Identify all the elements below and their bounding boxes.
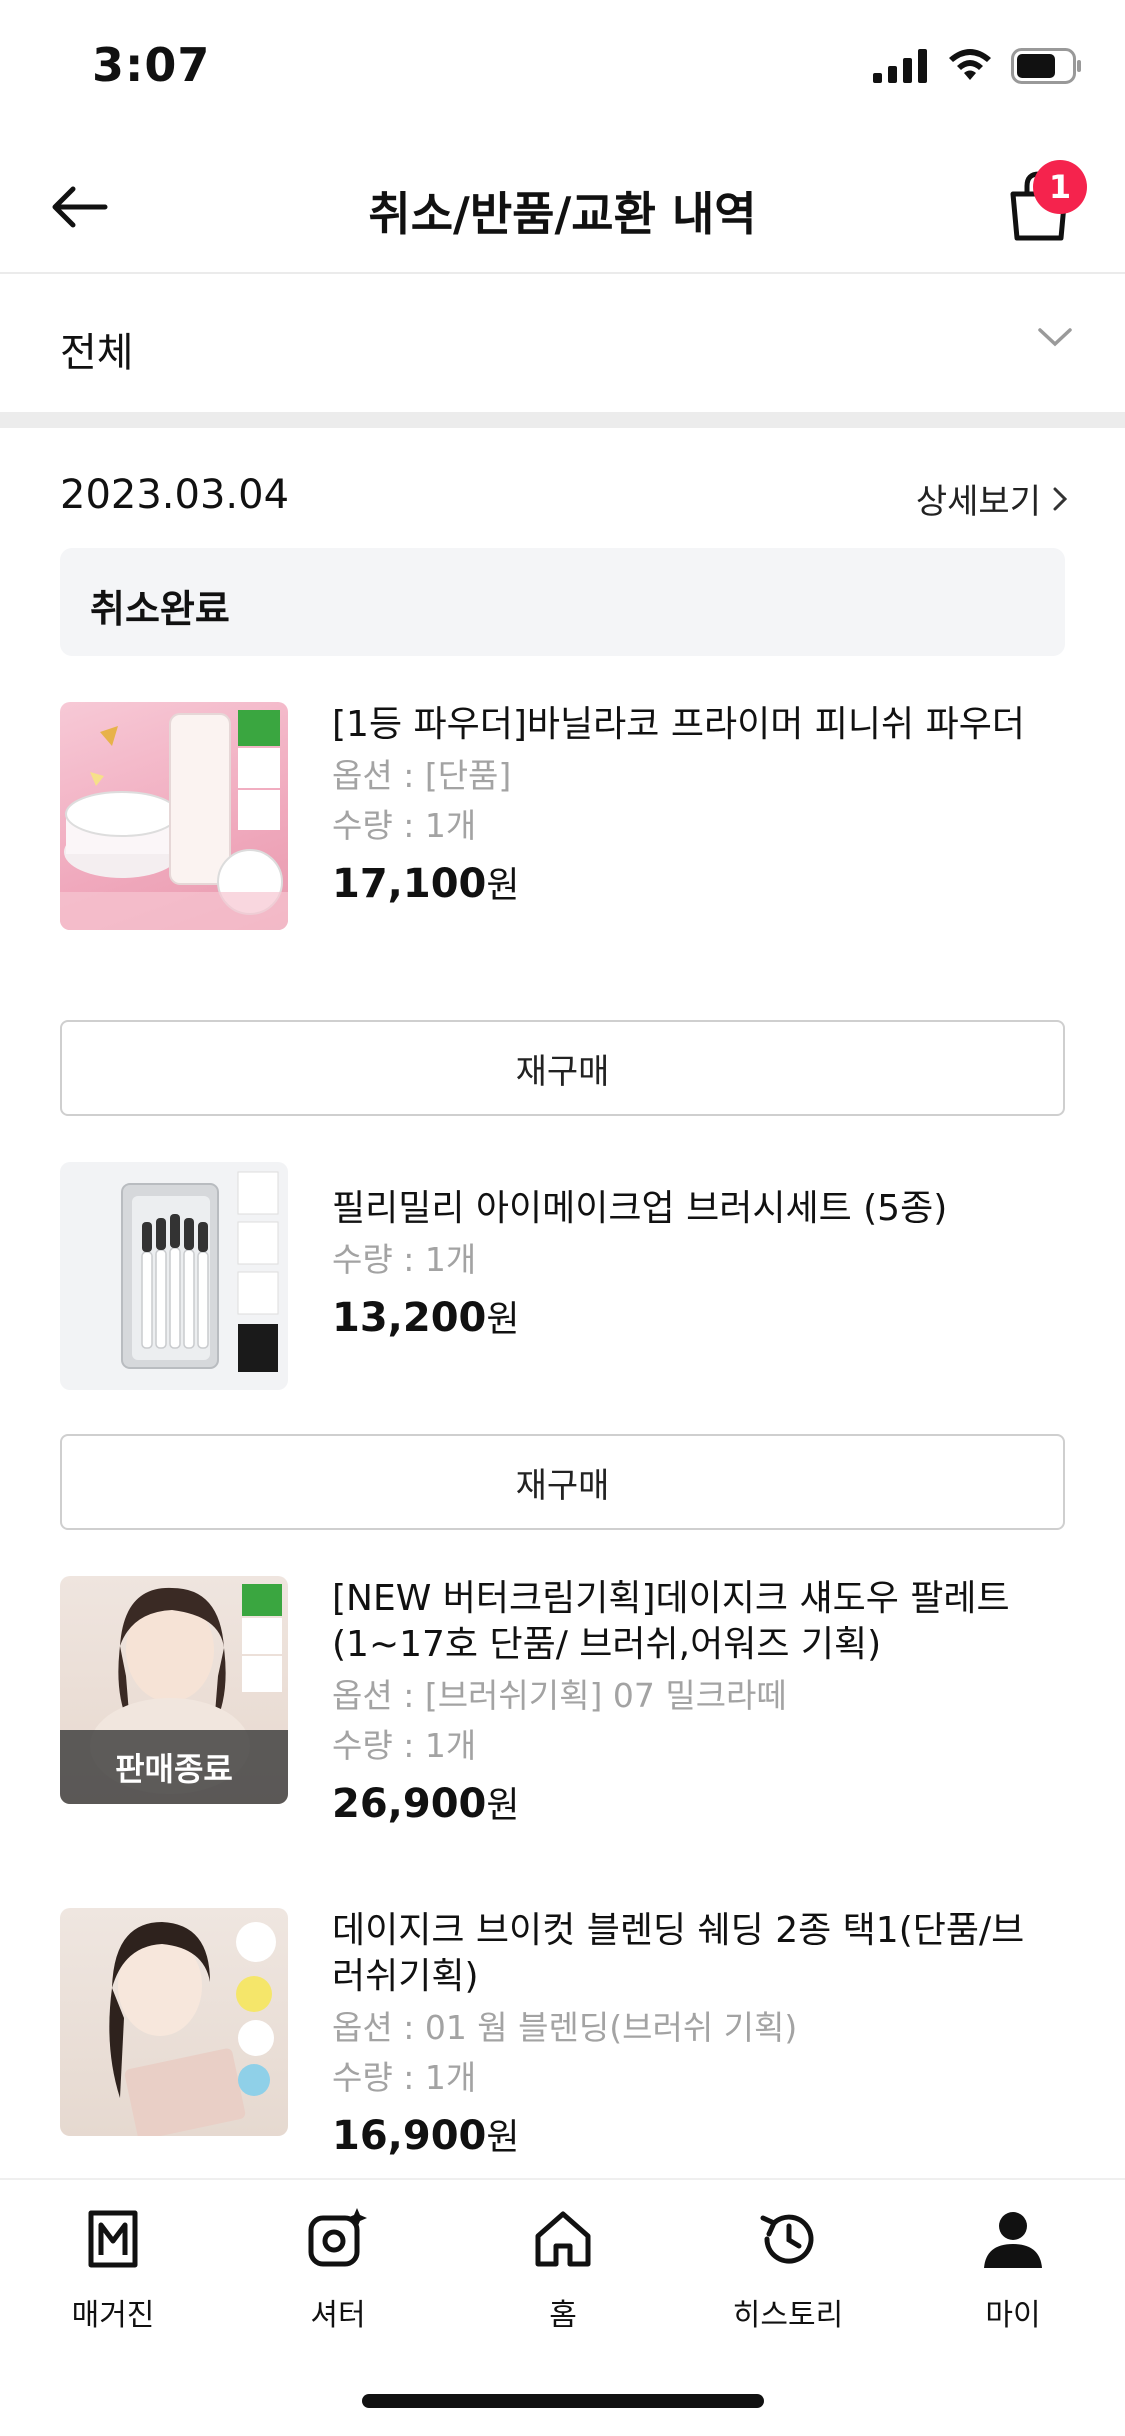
product-item[interactable]: 데이지크 브이컷 블렌딩 쉐딩 2종 택1(단품/브러쉬기획) 옵션 : 01 … (60, 1908, 1065, 2176)
product-thumbnail: 판매종료 (60, 1576, 288, 1804)
product-name: 데이지크 브이컷 블렌딩 쉐딩 2종 택1(단품/브러쉬기획) (332, 1910, 1025, 1997)
price-unit: 원 (486, 865, 520, 906)
nav-item-history[interactable]: 히스토리 (708, 2202, 868, 2334)
status-time: 3:07 (92, 38, 211, 92)
soldout-badge: 판매종료 (60, 1730, 288, 1804)
product-thumbnail (60, 1162, 288, 1390)
product-option: 옵션 : 01 웜 블렌딩(브러쉬 기획) (332, 2008, 798, 2047)
product-price: 17,100원 (332, 856, 1032, 914)
nav-label: 마이 (985, 2298, 1041, 2333)
order-status: 취소완료 (90, 587, 230, 631)
chevron-down-icon (1038, 328, 1072, 347)
product-name: [1등 파우더]바닐라코 프라이머 피니쉬 파우더 (332, 704, 1025, 745)
order-date: 2023.03.04 (60, 472, 290, 518)
chevron-right-icon (1053, 487, 1067, 510)
nav-item-shutter[interactable]: 셔터 (258, 2202, 418, 2334)
product-quantity: 수량 : 1개 (332, 2058, 477, 2097)
product-option: 옵션 : [단품] (332, 756, 512, 795)
product-info: 필리밀리 아이메이크업 브러시세트 (5종) 수량 : 1개 13,200원 (332, 1162, 1032, 1348)
detail-link-label: 상세보기 (915, 482, 1041, 522)
home-icon (535, 2211, 591, 2267)
cart-count-badge: 1 (1033, 160, 1087, 214)
price-unit: 원 (486, 2117, 520, 2158)
battery-icon (1011, 48, 1081, 84)
filter-dropdown[interactable]: 전체 (0, 276, 1125, 412)
filter-selected: 전체 (60, 330, 134, 376)
price-value: 26,900 (332, 1781, 487, 1827)
price-value: 16,900 (332, 2113, 487, 2159)
product-info: [1등 파우더]바닐라코 프라이머 피니쉬 파우더 옵션 : [단품] 수량 :… (332, 702, 1032, 914)
order-status-box: 취소완료 (60, 548, 1065, 656)
price-unit: 원 (486, 1299, 520, 1340)
history-icon (760, 2214, 814, 2264)
my-icon (984, 2212, 1042, 2268)
nav-item-my[interactable]: 마이 (933, 2202, 1093, 2334)
status-bar: 3:07 (0, 0, 1125, 140)
product-item[interactable]: 판매종료 [NEW 버터크림기획]데이지크 섀도우 팔레트 (1~17호 단품/… (60, 1576, 1065, 1846)
signal-icon (873, 49, 927, 83)
product-thumbnail (60, 1908, 288, 2136)
product-name: 필리밀리 아이메이크업 브러시세트 (5종) (332, 1188, 948, 1229)
nav-label: 매거진 (71, 2298, 155, 2333)
wifi-icon (949, 49, 991, 80)
nav-label: 히스토리 (732, 2298, 844, 2333)
product-name: [NEW 버터크림기획]데이지크 섀도우 팔레트 (1~17호 단품/ 브러쉬,… (332, 1578, 1010, 1665)
price-value: 17,100 (332, 861, 487, 907)
product-price: 26,900원 (332, 1776, 1032, 1834)
nav-label: 셔터 (310, 2298, 366, 2333)
product-thumbnail (60, 702, 288, 930)
rebuy-button[interactable]: 재구매 (60, 1020, 1065, 1116)
product-info: [NEW 버터크림기획]데이지크 섀도우 팔레트 (1~17호 단품/ 브러쉬,… (332, 1576, 1032, 1834)
product-quantity: 수량 : 1개 (332, 1726, 477, 1765)
home-indicator (362, 2394, 764, 2408)
product-price: 13,200원 (332, 1290, 1032, 1348)
shutter-icon (308, 2208, 367, 2267)
app-header: 취소/반품/교환 내역 (0, 140, 1125, 274)
product-quantity: 수량 : 1개 (332, 1240, 477, 1279)
price-value: 13,200 (332, 1295, 487, 1341)
price-unit: 원 (486, 1785, 520, 1826)
nav-item-home[interactable]: 홈 (483, 2202, 643, 2334)
section-divider (0, 412, 1125, 428)
page-title: 취소/반품/교환 내역 (368, 187, 757, 241)
detail-link[interactable]: 상세보기 (916, 474, 1067, 523)
product-quantity: 수량 : 1개 (332, 806, 477, 845)
status-icons (873, 48, 1083, 84)
nav-item-magazine[interactable]: 매거진 (33, 2202, 193, 2334)
product-option: 옵션 : [브러쉬기획] 07 밀크라떼 (332, 1676, 787, 1715)
magazine-icon (88, 2210, 138, 2268)
nav-label: 홈 (549, 2298, 577, 2333)
rebuy-button[interactable]: 재구매 (60, 1434, 1065, 1530)
product-info: 데이지크 브이컷 블렌딩 쉐딩 2종 택1(단품/브러쉬기획) 옵션 : 01 … (332, 1908, 1032, 2166)
product-item[interactable]: [1등 파우더]바닐라코 프라이머 피니쉬 파우더 옵션 : [단품] 수량 :… (60, 702, 1065, 962)
product-item[interactable]: 필리밀리 아이메이크업 브러시세트 (5종) 수량 : 1개 13,200원 (60, 1162, 1065, 1390)
product-price: 16,900원 (332, 2108, 1032, 2166)
